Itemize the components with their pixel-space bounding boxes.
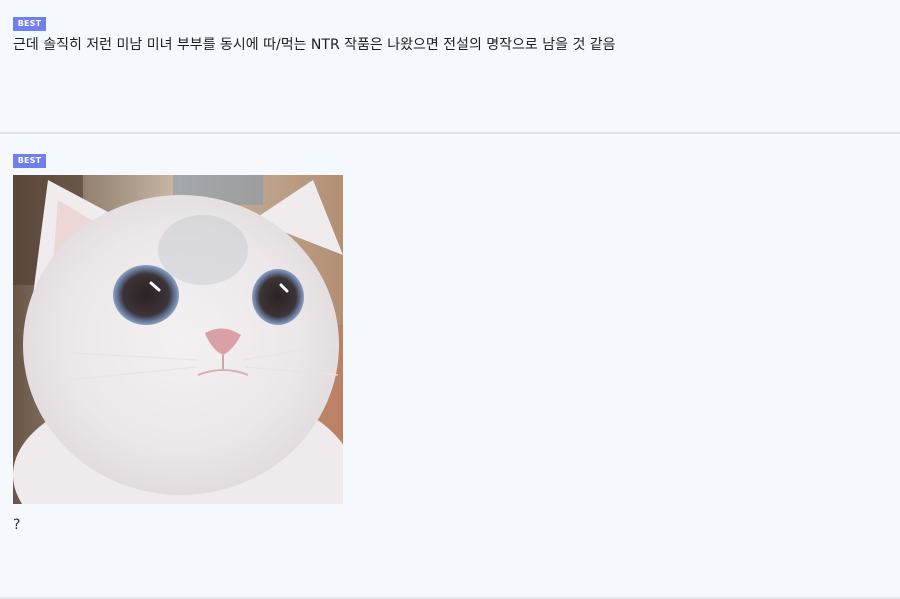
comment-text: 근데 솔직히 저런 미남 미녀 부부를 동시에 따/먹는 NTR 작품은 나왔으… [13,37,616,53]
comment-image[interactable] [13,175,343,504]
best-badge: BEST [13,17,46,31]
comment-item: BEST ? [0,136,900,599]
comment-item: BEST 근데 솔직히 저런 미남 미녀 부부를 동시에 따/먹는 NTR 작품… [0,0,900,134]
white-cat-photo [13,175,343,504]
comment-text: ? [13,517,21,533]
best-badge: BEST [13,154,46,168]
